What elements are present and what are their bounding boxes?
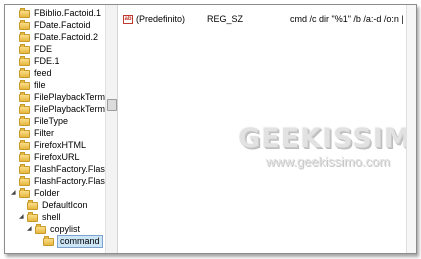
value-type: REG_SZ [207, 14, 244, 24]
tree-item-fdate-factoid-2[interactable]: FDate.Factoid.2 [11, 31, 99, 43]
folder-icon [19, 175, 30, 186]
tree-item-filter[interactable]: Filter [11, 127, 54, 139]
value-name: (Predefinito) [136, 14, 186, 24]
folder-icon [19, 139, 30, 150]
registry-key-tree: FBiblio.Factoid.1 FDate.Factoid FDate.Fa… [5, 5, 118, 253]
tree-item-label: FDE.1 [34, 56, 60, 66]
folder-icon [35, 223, 46, 234]
tree-item-fbiblio-factoid-1[interactable]: FBiblio.Factoid.1 [11, 7, 102, 19]
folder-icon [19, 151, 30, 162]
tree-item-command[interactable]: command [43, 235, 103, 248]
tree-scrollbar[interactable] [105, 5, 117, 253]
tree-item-label: copylist [50, 224, 81, 234]
values-scrollbar[interactable] [406, 5, 416, 253]
scrollbar-thumb[interactable] [107, 99, 117, 111]
folder-icon [19, 7, 30, 18]
tree-item-label: FDE [34, 44, 52, 54]
watermark-url: www.geekissimo.com [265, 154, 391, 169]
folder-icon [19, 43, 30, 54]
folder-icon [19, 115, 30, 126]
tree-item-fde[interactable]: FDE [11, 43, 52, 55]
tree-item-label: feed [34, 68, 52, 78]
folder-icon [19, 127, 30, 138]
folder-icon [19, 187, 30, 198]
registry-editor-window: FBiblio.Factoid.1 FDate.Factoid FDate.Fa… [4, 4, 417, 254]
collapse-arrow-icon[interactable]: ◢ [19, 212, 27, 223]
tree-item-firefoxhtml[interactable]: FirefoxHTML [11, 139, 87, 151]
tree-item-label: shell [42, 212, 61, 222]
tree-item-firefoxurl[interactable]: FirefoxURL [11, 151, 80, 163]
geekissimo-watermark: GEEKISSIMO www.geekissimo.com [238, 123, 417, 169]
folder-icon [19, 67, 30, 78]
tree-item-fileplaybackterminal-a[interactable]: FilePlaybackTerminal. [11, 91, 117, 103]
tree-item-feed[interactable]: feed [11, 67, 52, 79]
tree-item-defaulticon[interactable]: DefaultIcon [19, 199, 88, 211]
tree-item-label: FBiblio.Factoid.1 [34, 8, 102, 18]
tree-item-filetype[interactable]: FileType [11, 115, 69, 127]
folder-icon [27, 211, 38, 222]
tree-item-fde-1[interactable]: FDE.1 [11, 55, 60, 67]
folder-icon [19, 79, 30, 90]
folder-icon [19, 103, 30, 114]
tree-item-label: FileType [34, 116, 69, 126]
tree-item-label: Folder [34, 188, 60, 198]
folder-icon [19, 163, 30, 174]
tree-item-flashfactory-a[interactable]: FlashFactory.FlashFac [11, 163, 117, 175]
registry-values-pane: ab (Predefinito) REG_SZ cmd /c dir "%1" … [118, 5, 416, 253]
tree-item-label: FDate.Factoid.2 [34, 32, 99, 42]
folder-icon [27, 199, 38, 210]
folder-icon [19, 31, 30, 42]
folder-icon [19, 19, 30, 30]
value-row[interactable]: ab (Predefinito) REG_SZ cmd /c dir "%1" … [122, 14, 416, 25]
tree-item-fileplaybackterminal-b[interactable]: FilePlaybackTerminal. [11, 103, 117, 115]
tree-item-label: FirefoxURL [34, 152, 80, 162]
string-value-icon: ab [123, 15, 133, 24]
tree-item-file[interactable]: file [11, 79, 46, 91]
tree-item-label: FDate.Factoid [34, 20, 91, 30]
folder-icon [19, 55, 30, 66]
tree-item-label: FirefoxHTML [34, 140, 87, 150]
tree-item-label: file [34, 80, 46, 90]
collapse-arrow-icon[interactable]: ◢ [27, 224, 35, 235]
folder-icon [19, 91, 30, 102]
tree-item-fdate-factoid[interactable]: FDate.Factoid [11, 19, 91, 31]
collapse-arrow-icon[interactable]: ◢ [11, 188, 19, 199]
tree-item-flashfactory-b[interactable]: FlashFactory.FlashFac [11, 175, 117, 187]
tree-item-shell[interactable]: ◢ shell [19, 211, 61, 223]
watermark-logo-text: GEEKISSIMO [238, 123, 417, 154]
tree-item-label: command [57, 235, 103, 248]
tree-item-label: DefaultIcon [42, 200, 88, 210]
tree-item-copylist[interactable]: ◢ copylist [27, 223, 81, 235]
value-data: cmd /c dir "%1" /b /a:-d /o:n | clip [290, 14, 417, 24]
tree-item-folder[interactable]: ◢ Folder [11, 187, 60, 199]
folder-icon [43, 235, 54, 246]
tree-item-label: Filter [34, 128, 54, 138]
